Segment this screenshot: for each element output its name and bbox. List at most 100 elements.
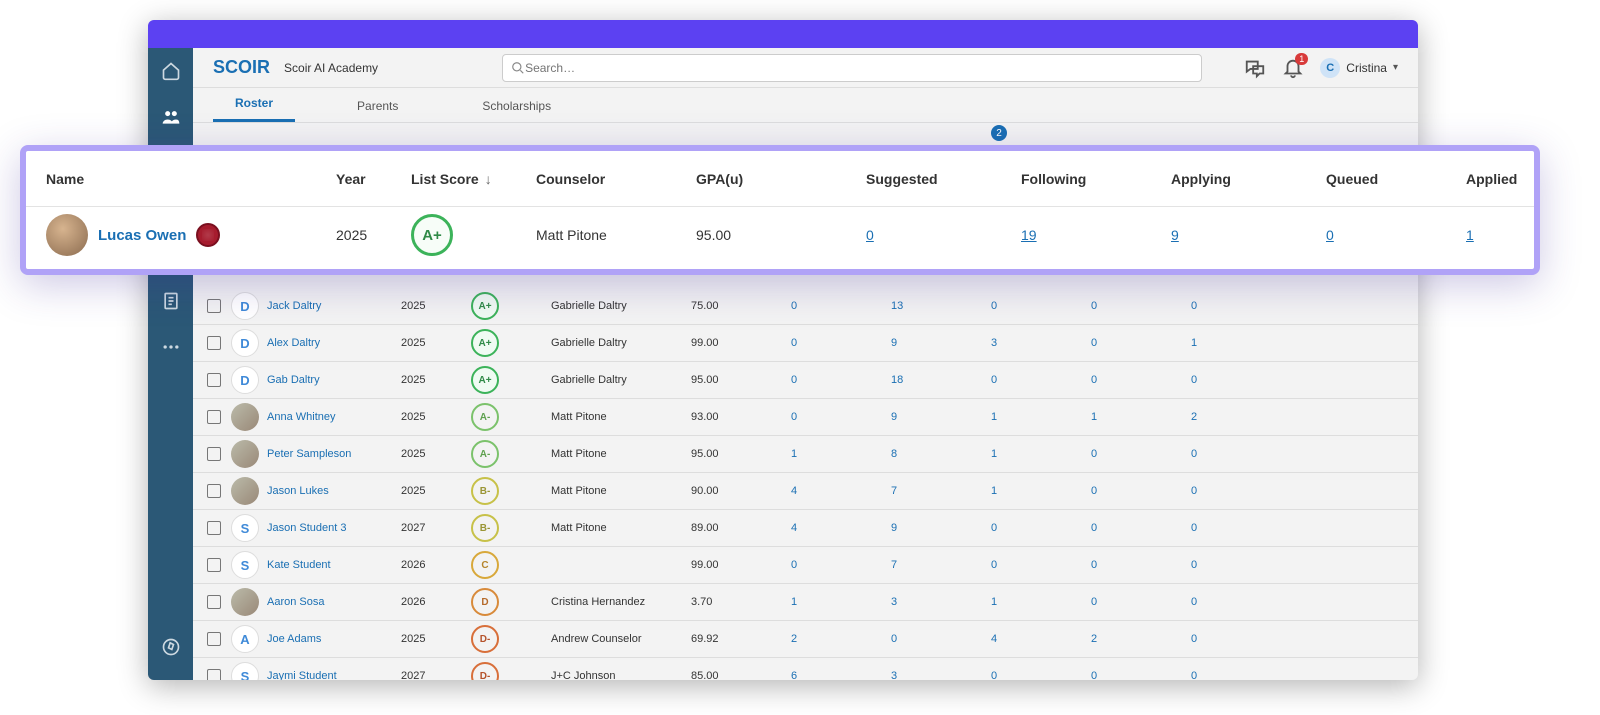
- applying-link[interactable]: 1: [991, 485, 997, 497]
- col-queued[interactable]: Queued: [1326, 171, 1466, 187]
- suggested-link[interactable]: 0: [866, 227, 874, 243]
- student-name-link[interactable]: Jack Daltry: [267, 300, 321, 312]
- col-name[interactable]: Name: [46, 171, 336, 187]
- applied-link[interactable]: 0: [1191, 300, 1197, 312]
- applied-link[interactable]: 0: [1191, 559, 1197, 571]
- row-checkbox[interactable]: [207, 447, 221, 461]
- applied-link[interactable]: 2: [1191, 411, 1197, 423]
- following-link[interactable]: 19: [1021, 227, 1037, 243]
- student-avatar[interactable]: A: [231, 625, 259, 653]
- queued-link[interactable]: 0: [1091, 374, 1097, 386]
- more-icon[interactable]: [158, 334, 184, 360]
- home-icon[interactable]: [158, 58, 184, 84]
- people-icon[interactable]: [158, 104, 184, 130]
- student-avatar[interactable]: D: [231, 329, 259, 357]
- col-suggested[interactable]: Suggested: [866, 171, 1021, 187]
- user-menu[interactable]: C Cristina ▾: [1320, 58, 1398, 78]
- applied-link[interactable]: 0: [1191, 485, 1197, 497]
- suggested-link[interactable]: 0: [791, 300, 797, 312]
- student-name-link[interactable]: Lucas Owen: [98, 227, 186, 244]
- student-name-link[interactable]: Peter Sampleson: [267, 448, 351, 460]
- row-checkbox[interactable]: [207, 558, 221, 572]
- student-name-link[interactable]: Anna Whitney: [267, 411, 335, 423]
- student-name-link[interactable]: Alex Daltry: [267, 337, 320, 349]
- queued-link[interactable]: 0: [1091, 670, 1097, 680]
- applying-link[interactable]: 4: [991, 633, 997, 645]
- following-link[interactable]: 0: [891, 633, 897, 645]
- row-checkbox[interactable]: [207, 336, 221, 350]
- search-input[interactable]: [525, 61, 1193, 75]
- following-link[interactable]: 8: [891, 448, 897, 460]
- following-link[interactable]: 9: [891, 522, 897, 534]
- queued-link[interactable]: 0: [1091, 337, 1097, 349]
- chat-icon[interactable]: [1244, 57, 1266, 79]
- following-link[interactable]: 7: [891, 559, 897, 571]
- col-applying[interactable]: Applying: [1171, 171, 1326, 187]
- following-link[interactable]: 9: [891, 337, 897, 349]
- applied-link[interactable]: 0: [1191, 670, 1197, 680]
- queued-link[interactable]: 0: [1326, 227, 1334, 243]
- applying-link[interactable]: 1: [991, 596, 997, 608]
- following-link[interactable]: 3: [891, 596, 897, 608]
- student-name-link[interactable]: Jaymi Student: [267, 670, 337, 680]
- student-name-link[interactable]: Joe Adams: [267, 633, 321, 645]
- search-box[interactable]: [502, 54, 1202, 82]
- applying-link[interactable]: 0: [991, 522, 997, 534]
- student-avatar[interactable]: [231, 403, 259, 431]
- row-checkbox[interactable]: [207, 521, 221, 535]
- student-avatar[interactable]: S: [231, 662, 259, 680]
- student-name-link[interactable]: Kate Student: [267, 559, 331, 571]
- student-avatar[interactable]: D: [231, 292, 259, 320]
- suggested-link[interactable]: 0: [791, 559, 797, 571]
- queued-link[interactable]: 1: [1091, 411, 1097, 423]
- following-link[interactable]: 7: [891, 485, 897, 497]
- queued-link[interactable]: 0: [1091, 596, 1097, 608]
- following-link[interactable]: 18: [891, 374, 903, 386]
- following-link[interactable]: 9: [891, 411, 897, 423]
- applied-link[interactable]: 0: [1191, 596, 1197, 608]
- row-checkbox[interactable]: [207, 632, 221, 646]
- queued-link[interactable]: 0: [1091, 559, 1097, 571]
- student-avatar[interactable]: [231, 477, 259, 505]
- student-name-link[interactable]: Jason Lukes: [267, 485, 329, 497]
- row-checkbox[interactable]: [207, 410, 221, 424]
- tab-roster[interactable]: Roster: [213, 96, 295, 122]
- col-applied[interactable]: Applied: [1466, 171, 1566, 187]
- suggested-link[interactable]: 4: [791, 485, 797, 497]
- suggested-link[interactable]: 4: [791, 522, 797, 534]
- col-gpa[interactable]: GPA(u): [696, 171, 866, 187]
- student-avatar[interactable]: [231, 440, 259, 468]
- row-checkbox[interactable]: [207, 595, 221, 609]
- tab-parents[interactable]: Parents: [335, 99, 420, 122]
- suggested-link[interactable]: 0: [791, 411, 797, 423]
- col-list-score[interactable]: List Score↓: [411, 171, 536, 187]
- applying-link[interactable]: 0: [991, 670, 997, 680]
- row-checkbox[interactable]: [207, 299, 221, 313]
- suggested-link[interactable]: 1: [791, 596, 797, 608]
- applied-link[interactable]: 0: [1191, 522, 1197, 534]
- applied-link[interactable]: 0: [1191, 448, 1197, 460]
- applied-link[interactable]: 1: [1466, 227, 1474, 243]
- applying-link[interactable]: 0: [991, 374, 997, 386]
- applied-link[interactable]: 0: [1191, 633, 1197, 645]
- applied-link[interactable]: 0: [1191, 374, 1197, 386]
- col-following[interactable]: Following: [1021, 171, 1171, 187]
- queued-link[interactable]: 0: [1091, 522, 1097, 534]
- applying-link[interactable]: 0: [991, 559, 997, 571]
- following-link[interactable]: 13: [891, 300, 903, 312]
- applying-link[interactable]: 1: [991, 448, 997, 460]
- student-name-link[interactable]: Jason Student 3: [267, 522, 347, 534]
- student-avatar[interactable]: S: [231, 514, 259, 542]
- suggested-link[interactable]: 2: [791, 633, 797, 645]
- logo[interactable]: SCOIR: [213, 57, 270, 78]
- student-avatar[interactable]: [46, 214, 88, 256]
- applying-link[interactable]: 0: [991, 300, 997, 312]
- doc-icon[interactable]: [158, 288, 184, 314]
- tab-scholarships[interactable]: Scholarships: [460, 99, 573, 122]
- student-name-link[interactable]: Aaron Sosa: [267, 596, 324, 608]
- suggested-link[interactable]: 1: [791, 448, 797, 460]
- applied-link[interactable]: 1: [1191, 337, 1197, 349]
- row-checkbox[interactable]: [207, 373, 221, 387]
- col-year[interactable]: Year: [336, 171, 411, 187]
- applying-link[interactable]: 1: [991, 411, 997, 423]
